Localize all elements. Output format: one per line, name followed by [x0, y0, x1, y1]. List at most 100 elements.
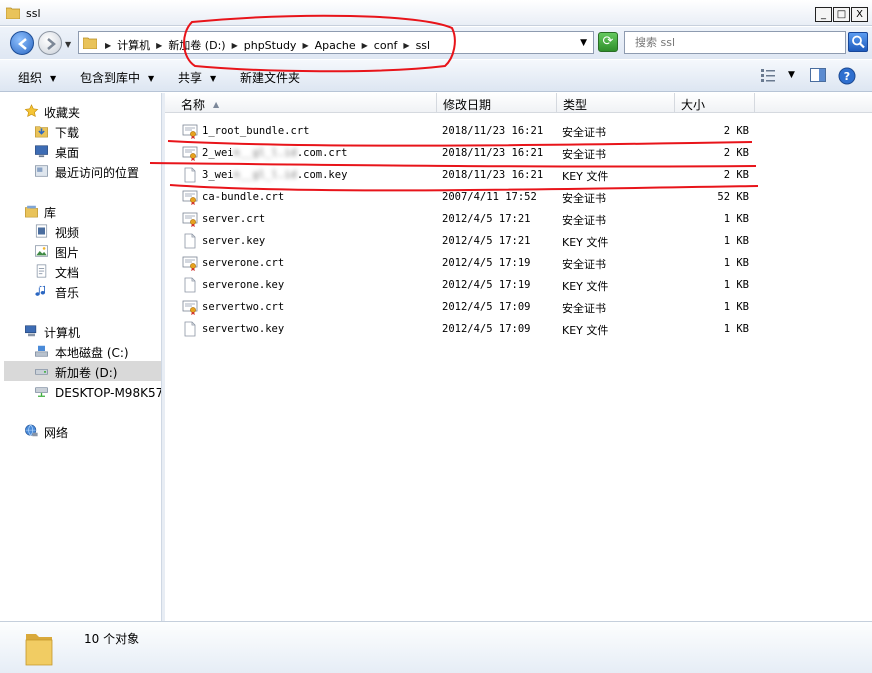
title-bar: ssl _ □ X — [0, 0, 872, 26]
file-name-prefix: 2_wei — [202, 147, 234, 159]
view-options-button[interactable] — [760, 68, 776, 85]
breadcrumb-phpstudy[interactable]: phpStudy — [242, 39, 299, 52]
desktop-icon — [35, 145, 48, 158]
file-name-suffix: .com.crt — [296, 147, 348, 159]
sidebar-item-pictures[interactable]: 图片 — [4, 241, 161, 261]
file-row[interactable]: serverone.key 2012/4/5 17:19 KEY 文件 1 KB — [165, 274, 872, 296]
file-row[interactable]: 1_root_bundle.crt 2018/11/23 16:21 安全证书 2 K… — [165, 120, 872, 142]
breadcrumb-separator-icon[interactable]: ▶ — [101, 41, 115, 50]
file-name-prefix: 3_wei — [202, 169, 234, 181]
sidebar-network[interactable]: 网络 — [4, 421, 161, 441]
sidebar-item-documents[interactable]: 文档 — [4, 261, 161, 281]
breadcrumb-apache[interactable]: Apache — [313, 39, 358, 52]
forward-button[interactable] — [38, 31, 62, 55]
breadcrumb-separator-icon[interactable]: ▶ — [298, 41, 312, 50]
sidebar-item-label: 音乐 — [55, 286, 80, 300]
search-button[interactable] — [848, 32, 868, 52]
sidebar-item-label: 图片 — [55, 246, 80, 260]
file-date: 2012/4/5 17:21 — [442, 213, 531, 225]
file-type: 安全证书 — [562, 302, 606, 315]
chevron-down-icon: ▼ — [148, 74, 155, 83]
include-in-library-label: 包含到库中 — [80, 71, 141, 85]
close-button[interactable]: X — [851, 7, 868, 22]
include-in-library-button[interactable]: 包含到库中 ▼ — [80, 69, 154, 86]
file-row[interactable]: servertwo.key 2012/4/5 17:09 KEY 文件 1 KB — [165, 318, 872, 340]
sidebar-libraries[interactable]: 库 — [4, 201, 161, 221]
folder-icon — [25, 634, 53, 666]
file-name: serverone.key — [202, 279, 285, 291]
maximize-button[interactable]: □ — [833, 7, 850, 22]
star-icon — [24, 104, 39, 118]
address-bar[interactable]: ▶ 计算机 ▶ 新加卷 (D:) ▶ phpStudy ▶ Apache ▶ c… — [78, 31, 594, 54]
back-button[interactable] — [10, 31, 34, 55]
file-type: KEY 文件 — [562, 324, 609, 337]
documents-icon — [36, 264, 47, 278]
recent-pages-dropdown-icon[interactable]: ▼ — [65, 40, 71, 49]
breadcrumb-separator-icon[interactable]: ▶ — [228, 41, 242, 50]
file-date: 2012/4/5 17:19 — [442, 257, 531, 269]
sidebar-item-music[interactable]: 音乐 — [4, 281, 161, 301]
window-controls: _ □ X — [815, 7, 868, 22]
file-size: 52 KB — [717, 191, 749, 203]
file-size: 1 KB — [723, 213, 749, 225]
column-modified[interactable]: 修改日期 — [437, 93, 557, 113]
new-folder-label: 新建文件夹 — [240, 71, 301, 85]
file-row[interactable]: 3_wein__gl_l.id.com.key 2018/11/23 16:21 K… — [165, 164, 872, 186]
column-type[interactable]: 类型 — [557, 93, 675, 113]
column-name[interactable]: 名称 ▲ — [175, 93, 437, 113]
file-date: 2012/4/5 17:19 — [442, 279, 531, 291]
file-row[interactable]: ca-bundle.crt 2007/4/11 17:52 安全证书 52 KB — [165, 186, 872, 208]
breadcrumb-separator-icon[interactable]: ▶ — [358, 41, 372, 50]
organize-button[interactable]: 组织 ▼ — [18, 69, 56, 86]
sort-ascending-icon: ▲ — [213, 100, 220, 109]
file-row[interactable]: serverone.crt 2012/4/5 17:19 安全证书 1 KB — [165, 252, 872, 274]
sidebar-item-recent-places[interactable]: 最近访问的位置 — [4, 161, 161, 181]
sidebar-item-local-disk-c[interactable]: 本地磁盘 (C:) — [4, 341, 161, 361]
breadcrumb-drive-d[interactable]: 新加卷 (D:) — [166, 37, 227, 53]
file-size: 2 KB — [723, 125, 749, 137]
sidebar-item-label: 最近访问的位置 — [55, 166, 140, 180]
breadcrumb-separator-icon[interactable]: ▶ — [399, 41, 413, 50]
breadcrumb-conf[interactable]: conf — [372, 39, 400, 52]
redacted-text: n__gl_l.id — [233, 169, 297, 181]
file-row[interactable]: server.key 2012/4/5 17:21 KEY 文件 1 KB — [165, 230, 872, 252]
sidebar-item-label: 视频 — [55, 226, 80, 240]
sidebar-item-label: 新加卷 (D:) — [55, 366, 118, 380]
view-dropdown-icon[interactable]: ▼ — [788, 70, 795, 80]
minimize-button[interactable]: _ — [815, 7, 832, 22]
file-date: 2012/4/5 17:09 — [442, 301, 531, 313]
sidebar-item-volume-d[interactable]: 新加卷 (D:) — [4, 361, 161, 381]
sidebar-item-videos[interactable]: 视频 — [4, 221, 161, 241]
search-input[interactable] — [635, 33, 835, 52]
sidebar-computer[interactable]: 计算机 — [4, 321, 161, 341]
breadcrumb-ssl[interactable]: ssl — [414, 39, 433, 52]
search-box[interactable] — [624, 31, 846, 54]
sidebar-item-network-drive[interactable]: DESKTOP-M98K57P 上 — [4, 381, 161, 401]
sidebar-item-downloads[interactable]: 下载 — [4, 121, 161, 141]
certificate-icon — [182, 189, 198, 205]
library-icon — [25, 205, 38, 218]
refresh-button[interactable]: ⟳ — [598, 32, 618, 52]
address-dropdown-icon[interactable]: ▼ — [580, 38, 587, 48]
breadcrumb-separator-icon[interactable]: ▶ — [152, 41, 166, 50]
sidebar-item-desktop[interactable]: 桌面 — [4, 141, 161, 161]
file-size: 1 KB — [723, 257, 749, 269]
column-size[interactable]: 大小 — [675, 93, 755, 113]
file-name: 2_wein__gl_l.id.com.crt — [202, 147, 347, 159]
arrow-right-icon — [47, 38, 56, 50]
certificate-icon — [182, 123, 198, 139]
column-header: 名称 ▲ 修改日期 类型 大小 — [165, 93, 872, 113]
sidebar-computer-label: 计算机 — [44, 326, 81, 340]
preview-pane-icon — [810, 68, 826, 82]
file-row[interactable]: servertwo.crt 2012/4/5 17:09 安全证书 1 KB — [165, 296, 872, 318]
preview-pane-button[interactable] — [810, 68, 826, 85]
breadcrumb-computer[interactable]: 计算机 — [115, 37, 152, 53]
sidebar-item-label: 桌面 — [55, 146, 80, 160]
file-row[interactable]: server.crt 2012/4/5 17:21 安全证书 1 KB — [165, 208, 872, 230]
share-button[interactable]: 共享 ▼ — [178, 69, 216, 86]
recent-places-icon — [35, 165, 48, 177]
file-row[interactable]: 2_wein__gl_l.id.com.crt 2018/11/23 16:21 安… — [165, 142, 872, 164]
new-folder-button[interactable]: 新建文件夹 — [240, 69, 300, 86]
help-button[interactable]: ? — [838, 67, 856, 88]
sidebar-favorites[interactable]: 收藏夹 — [4, 101, 161, 121]
